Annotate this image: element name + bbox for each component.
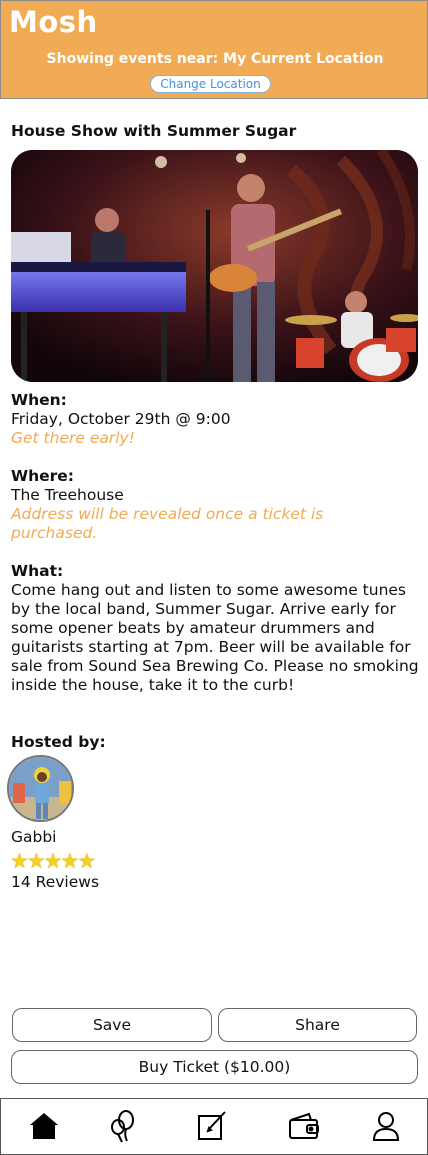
change-location-button[interactable]: Change Location (150, 75, 271, 93)
edit-icon[interactable] (195, 1109, 229, 1143)
app-header: Mosh Showing events near: My Current Loc… (0, 0, 428, 99)
buy-ticket-button[interactable]: Buy Ticket ($10.00) (11, 1050, 418, 1084)
home-icon[interactable] (27, 1109, 61, 1143)
when-label: When: (11, 391, 67, 409)
event-details: House Show with Summer Sugar When: Frida… (7, 121, 419, 891)
when-section: When: Friday, October 29th @ 9:00 Get th… (11, 391, 419, 448)
save-button[interactable]: Save (12, 1008, 212, 1042)
balloons-icon[interactable] (107, 1109, 141, 1143)
what-label: What: (11, 562, 64, 580)
star-icon: ★ (77, 849, 97, 873)
what-value: Come hang out and listen to some awesome… (11, 581, 419, 694)
hosted-by-label: Hosted by: (11, 733, 419, 752)
host-rating: ★ ★ ★ ★ ★ (10, 849, 97, 873)
bottom-tab-bar (0, 1098, 428, 1155)
host-name[interactable]: Gabbi (11, 828, 57, 846)
host-avatar[interactable] (7, 755, 74, 822)
profile-icon[interactable] (369, 1109, 403, 1143)
what-section: What: Come hang out and listen to some a… (11, 562, 419, 695)
reviews-link[interactable]: 14 Reviews (11, 873, 99, 891)
location-text: Showing events near: My Current Location (46, 51, 384, 67)
where-note: Address will be revealed once a ticket i… (11, 505, 324, 542)
where-label: Where: (11, 467, 74, 485)
where-value: The Treehouse (11, 486, 124, 504)
app-title: Mosh (9, 5, 98, 39)
when-note: Get there early! (11, 429, 135, 447)
band-performance-photo (11, 150, 418, 382)
band-photo-illustration (11, 150, 418, 382)
event-title: House Show with Summer Sugar (11, 122, 297, 140)
avatar-image (9, 757, 72, 820)
wallet-icon[interactable] (287, 1109, 321, 1143)
hosted-by-text: Hosted by: (11, 733, 106, 751)
when-value: Friday, October 29th @ 9:00 (11, 410, 231, 428)
where-section: Where: The Treehouse Address will be rev… (11, 467, 419, 543)
share-button[interactable]: Share (218, 1008, 417, 1042)
